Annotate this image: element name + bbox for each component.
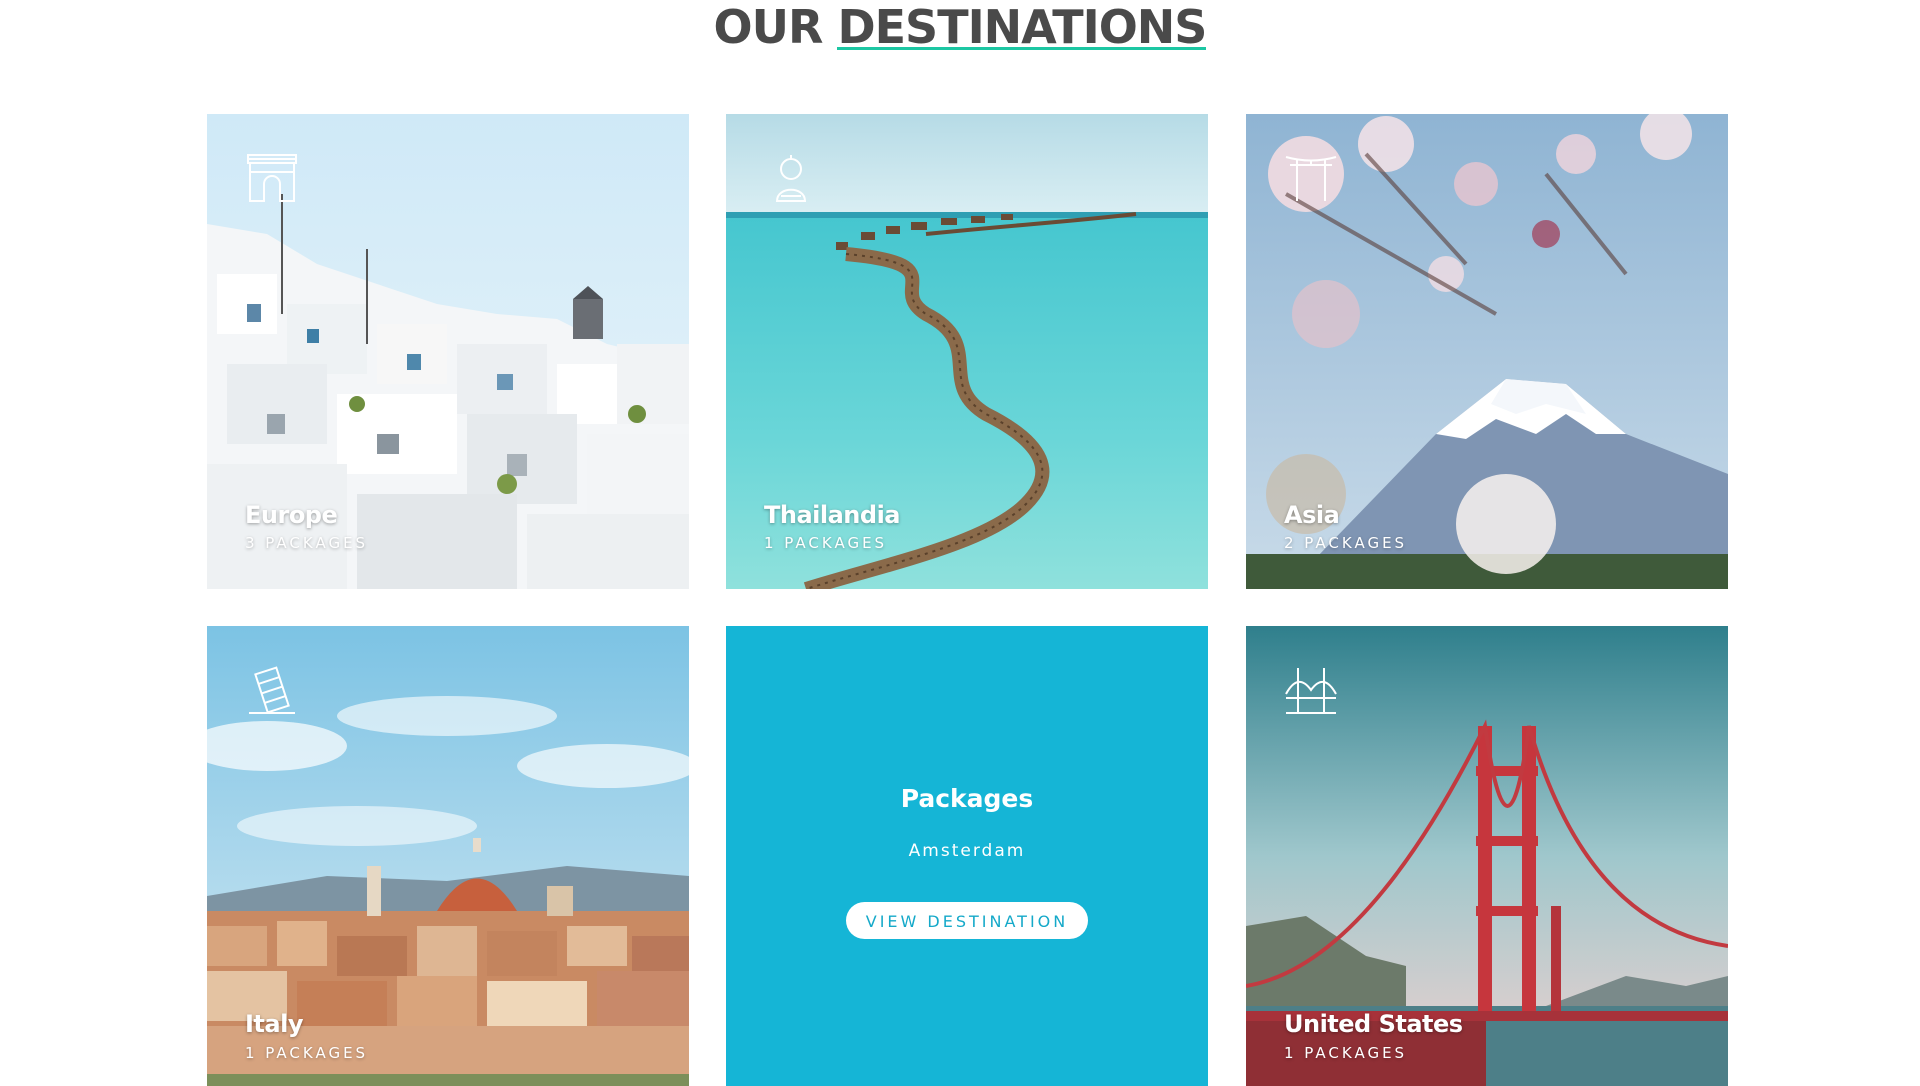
packages-subtitle: Amsterdam — [908, 841, 1026, 861]
destination-card-italy[interactable]: Italy 1 PACKAGES — [207, 626, 689, 1086]
packages-title: Packages — [900, 784, 1034, 813]
destination-name: Europe — [245, 501, 338, 529]
destination-name: United States — [1284, 1010, 1463, 1038]
destination-count: 1 PACKAGES — [245, 1044, 369, 1062]
destination-name: Thailandia — [764, 501, 901, 529]
bridge-icon — [1285, 668, 1337, 714]
section-title: OUR DESTINATIONS — [0, 0, 1920, 60]
destination-card-asia[interactable]: Asia 2 PACKAGES — [1246, 114, 1728, 589]
view-destination-button[interactable]: VIEW DESTINATION — [846, 902, 1088, 939]
destination-card-united-states[interactable]: United States 1 PACKAGES — [1246, 626, 1728, 1086]
torii-gate-icon — [1285, 156, 1337, 201]
destination-count: 1 PACKAGES — [1284, 1044, 1408, 1062]
destination-card-europe[interactable]: Europe 3 PACKAGES — [207, 114, 689, 589]
section-title-part1: OUR — [713, 0, 824, 54]
destination-count: 3 PACKAGES — [245, 534, 369, 552]
buddha-icon — [775, 155, 807, 202]
arch-icon — [247, 154, 297, 202]
destination-name: Asia — [1284, 501, 1340, 529]
leaning-tower-icon — [249, 666, 295, 714]
destination-card-thailandia[interactable]: Thailandia 1 PACKAGES — [726, 114, 1208, 589]
destination-count: 2 PACKAGES — [1284, 534, 1408, 552]
destination-name: Italy — [245, 1010, 303, 1038]
packages-promo-card: Packages Amsterdam VIEW DESTINATION — [726, 626, 1208, 1086]
section-title-part2: DESTINATIONS — [837, 0, 1207, 54]
destination-count: 1 PACKAGES — [764, 534, 888, 552]
